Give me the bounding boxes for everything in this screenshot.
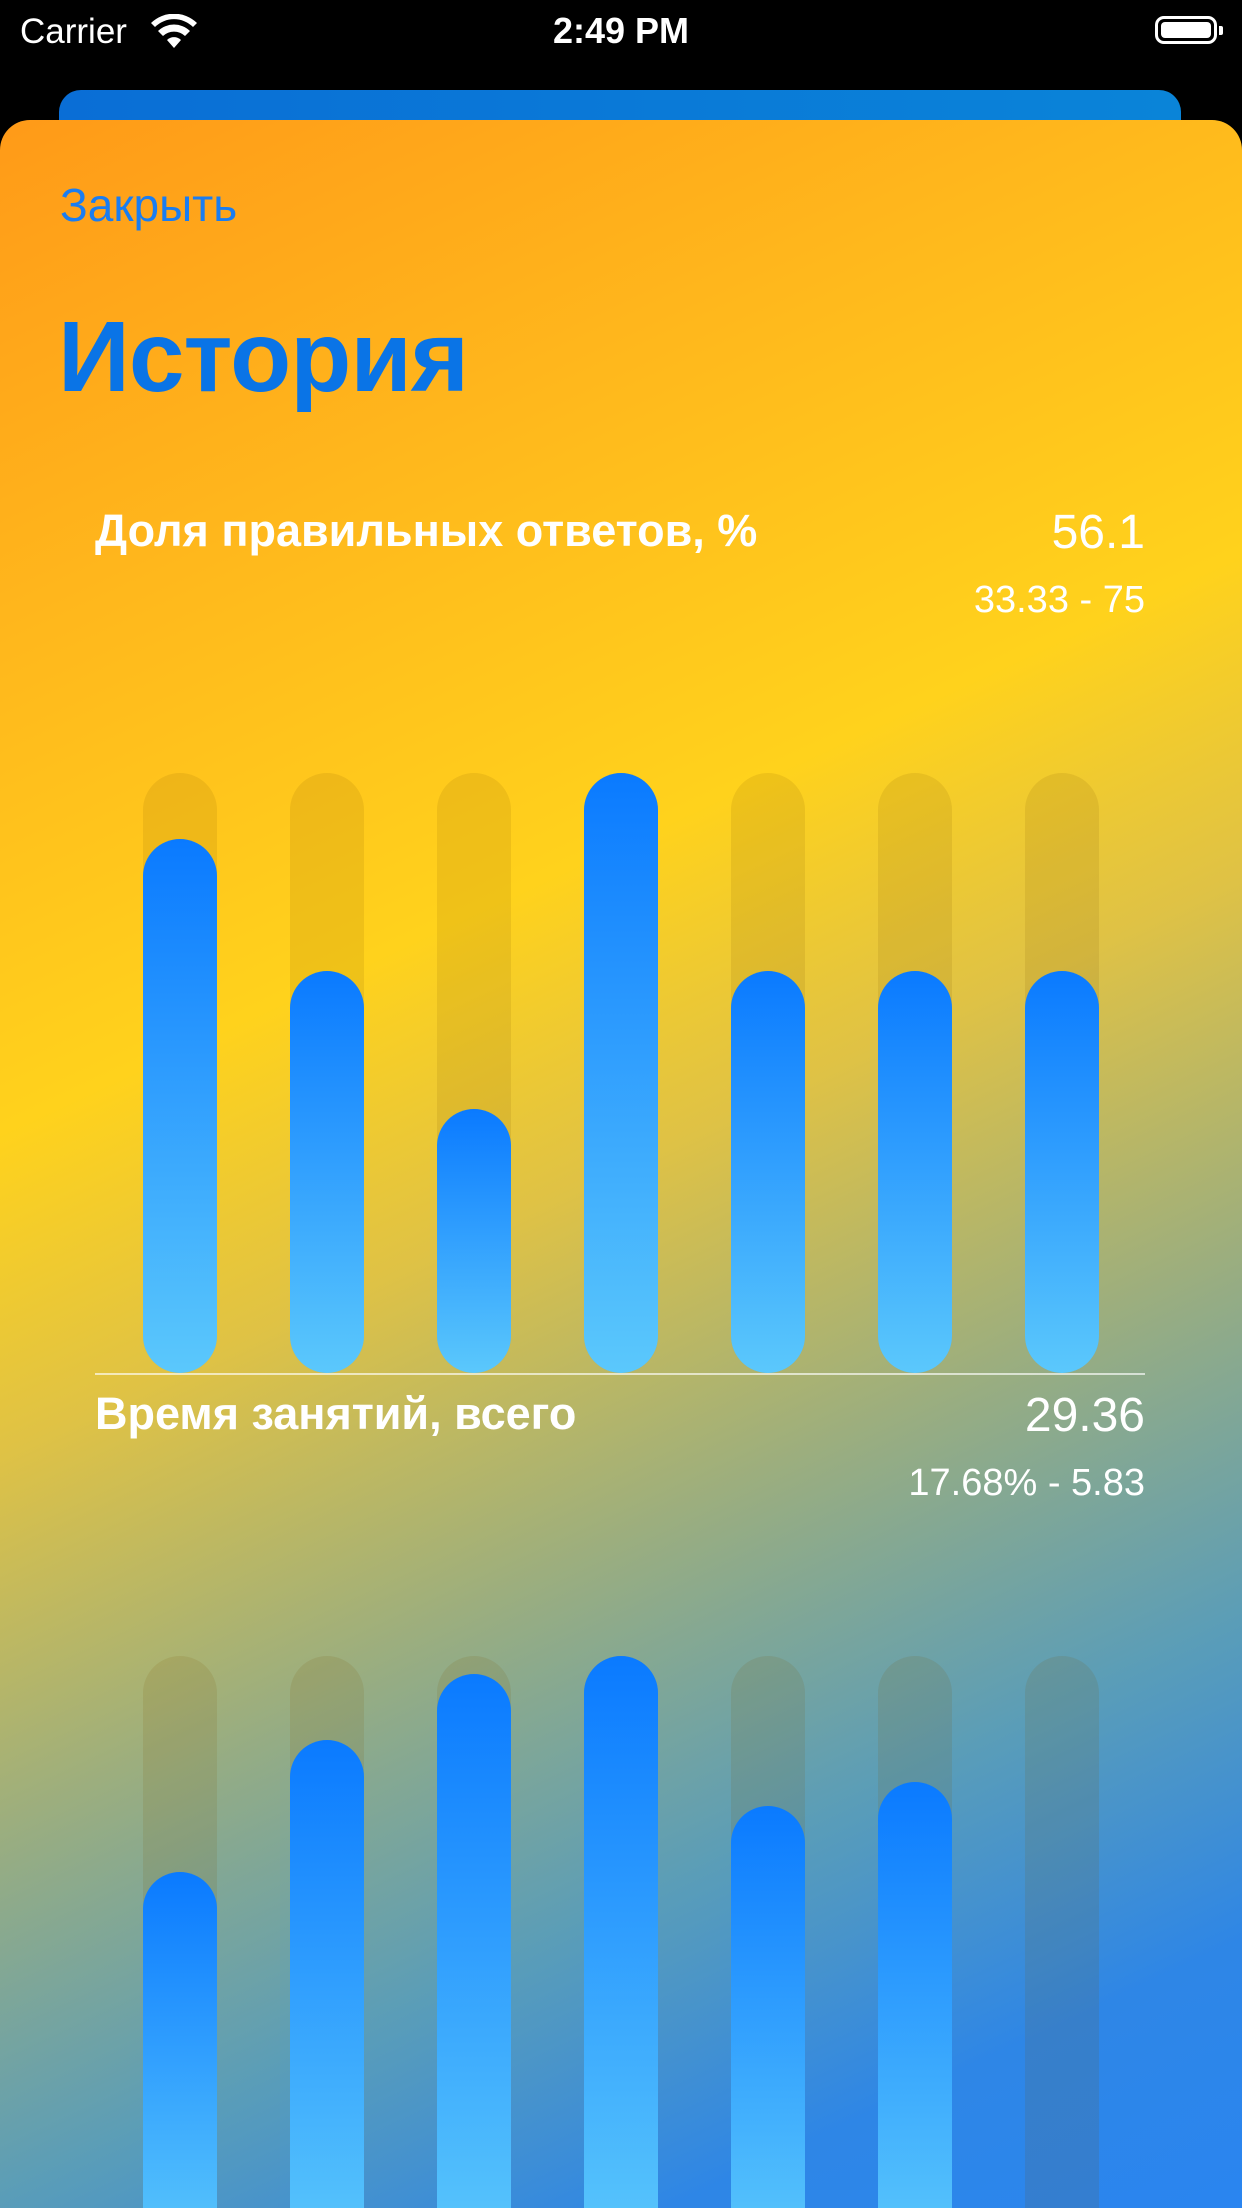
study-time-chart: Время занятий, всего 29.36 17.68% - 5.83 [95,1388,1145,2208]
bar-3[interactable] [437,1674,511,2208]
page-title: История [58,301,469,413]
bar-2[interactable] [290,971,364,1373]
study-time-bars [143,1656,1099,2208]
bar-6[interactable] [878,971,952,1373]
bar-3[interactable] [437,1109,511,1373]
status-bar: Carrier 2:49 PM [0,0,1242,62]
bar-7[interactable] [1025,971,1099,1373]
bar-5[interactable] [731,1806,805,2208]
bar-4[interactable] [584,773,658,1373]
bar-1[interactable] [143,839,217,1373]
bar-1[interactable] [143,1872,217,2208]
bar-track [1025,1656,1099,2208]
history-sheet: Закрыть История Доля правильных ответов,… [0,120,1242,2208]
close-button[interactable]: Закрыть [60,178,237,232]
battery-icon [1155,16,1223,44]
bar-2[interactable] [290,1740,364,2208]
accuracy-chart: Доля правильных ответов, % 56.1 33.33 - … [95,505,1145,1375]
clock: 2:49 PM [552,10,690,51]
bar-4[interactable] [584,1656,658,2208]
bar-6[interactable] [878,1782,952,2208]
bar-5[interactable] [731,971,805,1373]
accuracy-bars [95,773,1145,1375]
